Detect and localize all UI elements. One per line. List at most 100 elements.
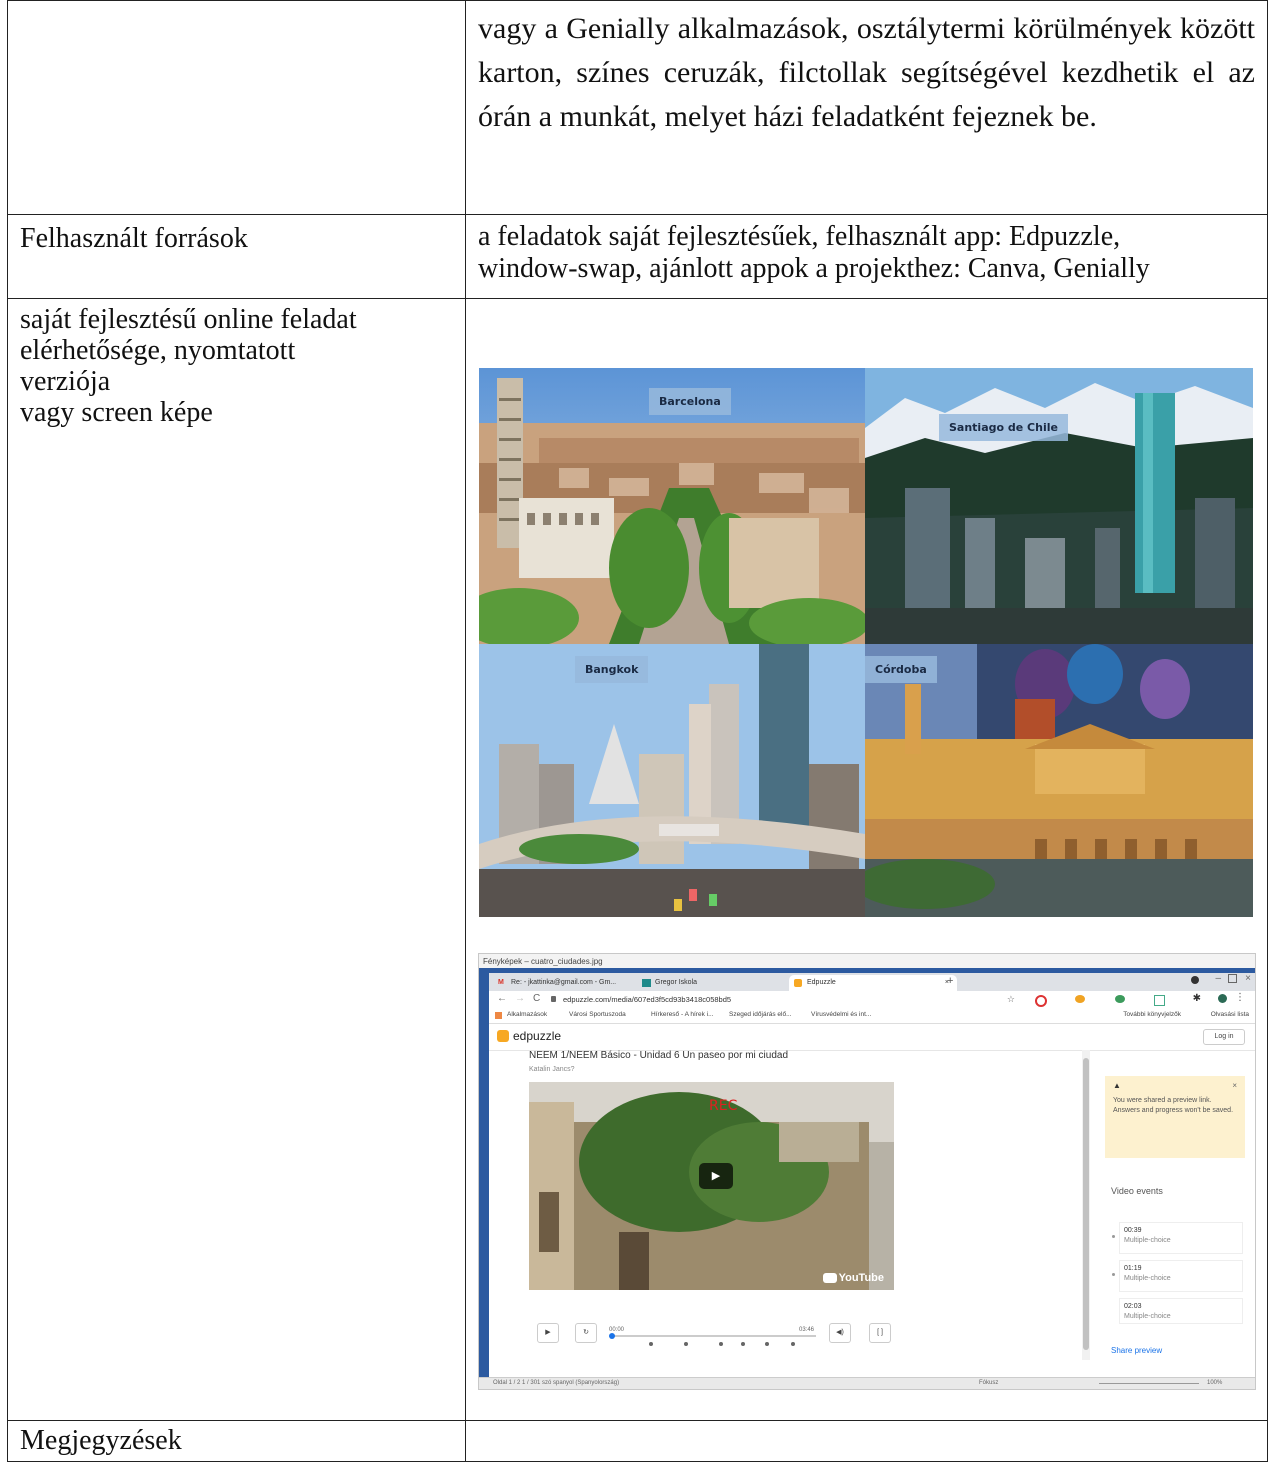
bookmark-item[interactable]: Hírkereső - A hírek i... [651, 1011, 714, 1018]
gmail-icon: M [498, 979, 504, 986]
school-icon [642, 979, 651, 987]
opera-icon[interactable] [1035, 995, 1047, 1007]
sources-line-2: window-swap, ajánlott appok a projekthez… [478, 253, 1150, 284]
share-preview-link[interactable]: Share preview [1111, 1346, 1162, 1355]
reading-list[interactable]: Olvasási lista [1211, 1011, 1249, 1018]
edpuzzle-header: edpuzzle Log in [489, 1024, 1255, 1051]
close-window-icon[interactable]: × [1245, 973, 1251, 984]
zoom-level: 100% [1207, 1380, 1223, 1386]
url-field[interactable]: edpuzzle.com/media/607ed3f5cd93b3418c058… [563, 995, 731, 1004]
edpuzzle-logo-icon [497, 1030, 509, 1042]
event-time: 02:03 [1124, 1303, 1142, 1310]
sources-line-1: a feladatok saját fejlesztésűek, felhasz… [478, 221, 1121, 252]
tab-edpuzzle[interactable]: Edpuzzle × [789, 975, 957, 991]
login-button[interactable]: Log in [1203, 1029, 1245, 1045]
profile-icon[interactable] [1191, 976, 1199, 984]
question-marker[interactable] [791, 1342, 795, 1346]
address-bar: ← → C edpuzzle.com/media/607ed3f5cd93b34… [489, 991, 1255, 1009]
scrollbar-thumb[interactable] [1083, 1058, 1089, 1350]
notes-value-cell [465, 1420, 1268, 1462]
other-bookmarks[interactable]: További könyvjelzők [1123, 1011, 1181, 1018]
back-icon[interactable]: ← [497, 993, 507, 1004]
santiago-label: Santiago de Chile [939, 414, 1068, 441]
progress-track[interactable] [609, 1333, 816, 1339]
video-player[interactable]: REC ▶ YouTube [529, 1082, 894, 1290]
fullscreen-button[interactable]: [ ] [869, 1323, 891, 1343]
volume-button[interactable]: ◀) [829, 1323, 851, 1343]
row1-text: vagy a Genially alkalmazások, osztályter… [478, 12, 1255, 133]
question-marker[interactable] [684, 1342, 688, 1346]
event-time: 00:39 [1124, 1227, 1142, 1234]
preview-notice: ▲ × You were shared a preview link. Answ… [1105, 1076, 1245, 1158]
label-line: elérhetősége, nyomtatott [20, 335, 296, 366]
extension-icon[interactable] [1115, 995, 1125, 1003]
cordoba-photo: Córdoba [865, 644, 1253, 917]
star-icon[interactable]: ☆ [1007, 994, 1015, 1005]
page-scrollbar[interactable] [1082, 1050, 1090, 1360]
word-statusbar: Oldal 1 / 2 1 / 301 szó spanyol (Spanyol… [479, 1377, 1255, 1389]
zoom-slider[interactable] [1099, 1383, 1199, 1384]
event-item[interactable]: 01:19 Multiple-choice [1112, 1260, 1243, 1292]
event-item[interactable]: 02:03 Multiple-choice [1119, 1298, 1243, 1324]
account-icon[interactable] [1218, 994, 1227, 1003]
online-task-label-cell: saját fejlesztésű online feladat elérhet… [7, 298, 466, 1421]
edpuzzle-brand[interactable]: edpuzzle [513, 1029, 561, 1043]
city-photo-collage: Barcelona Santiago de Chile Bangkok Córd… [479, 368, 1253, 917]
new-tab-button[interactable]: + [947, 975, 953, 987]
question-marker[interactable] [719, 1342, 723, 1346]
event-type: Multiple-choice [1124, 1313, 1171, 1320]
label-line: verziója [20, 366, 111, 397]
table-row: Megjegyzések [7, 1420, 1268, 1462]
sources-label-cell: Felhasznált források [7, 214, 466, 299]
question-marker[interactable] [741, 1342, 745, 1346]
label-line: saját fejlesztésű online feladat [20, 304, 357, 335]
row1-right-cell: vagy a Genially alkalmazások, osztályter… [465, 0, 1268, 215]
extension-icon[interactable] [1154, 995, 1165, 1006]
extension-icon[interactable] [1075, 995, 1085, 1003]
bookmarks-bar: Alkalmazások Városi Sportuszoda Hírkeres… [489, 1009, 1255, 1024]
question-marker[interactable] [649, 1342, 653, 1346]
tab-gregor[interactable]: Gregor Iskola [637, 975, 795, 991]
browser-tabbar: M Re: - jkattinka@gmail.com - Gm... Greg… [489, 973, 1255, 991]
minimize-icon[interactable]: – [1215, 973, 1221, 984]
event-time: 01:19 [1124, 1265, 1142, 1272]
menu-icon[interactable]: ⋮ [1235, 992, 1245, 1003]
tab-label: Re: - jkattinka@gmail.com - Gm... [511, 979, 617, 986]
play-video-button[interactable]: ▶ [699, 1163, 733, 1189]
rec-indicator: REC [709, 1098, 738, 1114]
bookmark-item[interactable]: Alkalmazások [507, 1011, 547, 1018]
reload-icon[interactable]: C [533, 993, 540, 1004]
tab-label: Edpuzzle [807, 979, 836, 986]
puzzle-icon[interactable]: ✱ [1193, 993, 1201, 1004]
play-button[interactable]: ▶ [537, 1323, 559, 1343]
time-end: 03:46 [799, 1327, 815, 1333]
replay-button[interactable]: ↻ [575, 1323, 597, 1343]
youtube-logo: YouTube [822, 1272, 884, 1284]
bookmark-item[interactable]: Városi Sportuszoda [569, 1011, 626, 1018]
question-marker[interactable] [765, 1342, 769, 1346]
video-events-title: Video events [1111, 1186, 1163, 1196]
event-bullet [1112, 1273, 1115, 1276]
sources-value-cell: a feladatok saját fejlesztésűek, felhasz… [465, 214, 1268, 299]
lock-icon [551, 996, 556, 1002]
event-type: Multiple-choice [1124, 1237, 1171, 1244]
bookmark-item[interactable]: Vírusvédelmi és int... [811, 1011, 871, 1018]
santiago-photo: Santiago de Chile [865, 368, 1253, 644]
forward-icon[interactable]: → [515, 993, 525, 1004]
cordoba-label: Córdoba [865, 656, 937, 683]
close-notice-icon[interactable]: × [1232, 1081, 1237, 1090]
youtube-label: YouTube [838, 1272, 884, 1284]
bookmark-item[interactable]: Szeged időjárás elő... [729, 1011, 792, 1018]
label-line: vagy screen képe [20, 397, 213, 428]
status-left: Oldal 1 / 2 1 / 301 szó spanyol (Spanyol… [493, 1380, 620, 1386]
edpuzzle-screenshot: Fényképek – cuatro_ciudades.jpg M Re: - … [478, 953, 1256, 1390]
notes-label: Megjegyzések [20, 1425, 182, 1456]
notice-text: You were shared a preview link. Answers … [1113, 1097, 1234, 1114]
focus-mode[interactable]: Fókusz [979, 1380, 998, 1386]
event-item[interactable]: 00:39 Multiple-choice [1112, 1222, 1243, 1254]
tab-label: Gregor Iskola [655, 979, 698, 986]
window-title: Fényképek – cuatro_ciudades.jpg [483, 957, 603, 966]
tab-gmail[interactable]: M Re: - jkattinka@gmail.com - Gm... [493, 975, 651, 991]
progress-handle[interactable] [609, 1333, 615, 1339]
maximize-icon[interactable] [1228, 974, 1237, 983]
